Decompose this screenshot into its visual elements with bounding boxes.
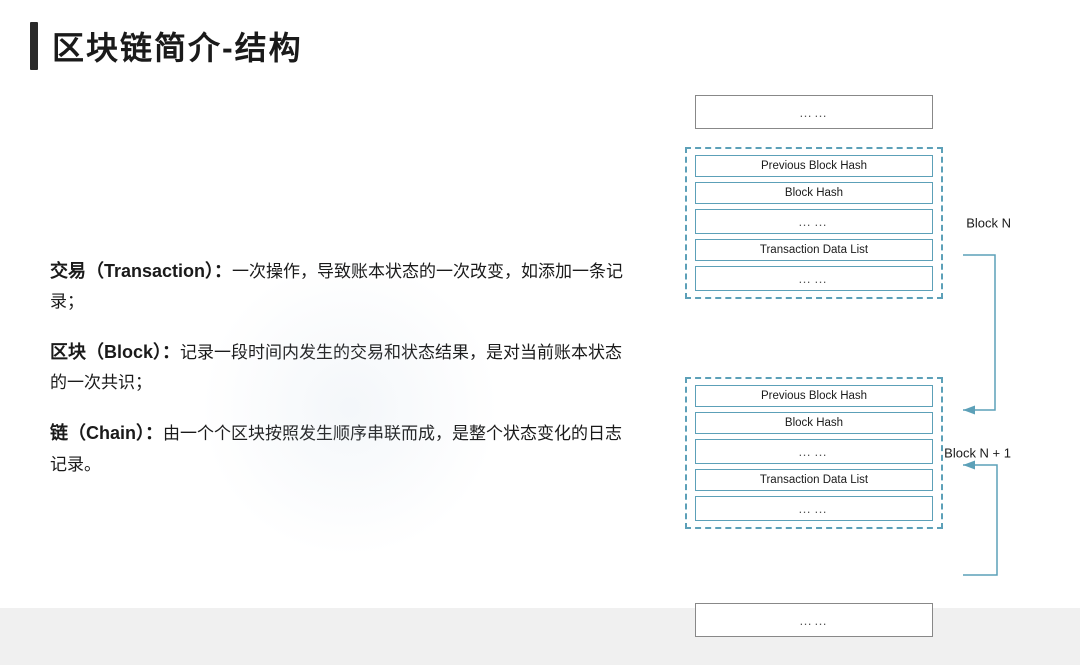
term-chain: 链（Chain）： xyxy=(50,423,163,443)
block-n-tx-ellipsis: …… xyxy=(695,266,933,291)
page-title: 区块链简介-结构 xyxy=(52,23,303,69)
block-n1-tx-ellipsis: …… xyxy=(695,496,933,521)
bottom-ellipsis: …… xyxy=(695,603,933,637)
term-block: 区块（Block）： xyxy=(50,342,180,362)
term-transaction: 交易（Transaction）： xyxy=(50,261,232,281)
bottom-block: …… xyxy=(695,603,933,637)
main-content: 交易（Transaction）：一次操作，导致账本状态的一次改变，如添加一条记录… xyxy=(0,80,1080,665)
block-n1-container: Previous Block Hash Block Hash …… Transa… xyxy=(685,377,943,529)
block-n1-label: Block N + 1 xyxy=(944,446,1011,461)
block-n-hash: Block Hash xyxy=(695,182,933,204)
top-block: …… xyxy=(695,95,933,129)
block-n-ellipsis: …… xyxy=(695,209,933,234)
block-n1-ellipsis: …… xyxy=(695,439,933,464)
blockchain-diagram: …… Previous Block Hash Block Hash …… Tra… xyxy=(675,85,1055,645)
slide: 区块链简介-结构 交易（Transaction）：一次操作，导致账本状态的一次改… xyxy=(0,0,1080,608)
block-n-prev-hash: Previous Block Hash xyxy=(695,155,933,177)
block-n1-tx-list: Transaction Data List xyxy=(695,469,933,491)
block-n-label: Block N xyxy=(966,216,1011,231)
block-n-tx-list: Transaction Data List xyxy=(695,239,933,261)
block-n1-prev-hash: Previous Block Hash xyxy=(695,385,933,407)
right-section: …… Previous Block Hash Block Hash …… Tra… xyxy=(660,80,1080,655)
block-n1-inner: Previous Block Hash Block Hash …… Transa… xyxy=(685,377,943,529)
block-n-container: Previous Block Hash Block Hash …… Transa… xyxy=(685,147,943,299)
top-ellipsis: …… xyxy=(695,95,933,129)
bg-decoration xyxy=(200,258,500,558)
header: 区块链简介-结构 xyxy=(0,0,1080,80)
header-accent-bar xyxy=(30,22,38,70)
block-n-inner: Previous Block Hash Block Hash …… Transa… xyxy=(685,147,943,299)
block-n1-hash: Block Hash xyxy=(695,412,933,434)
